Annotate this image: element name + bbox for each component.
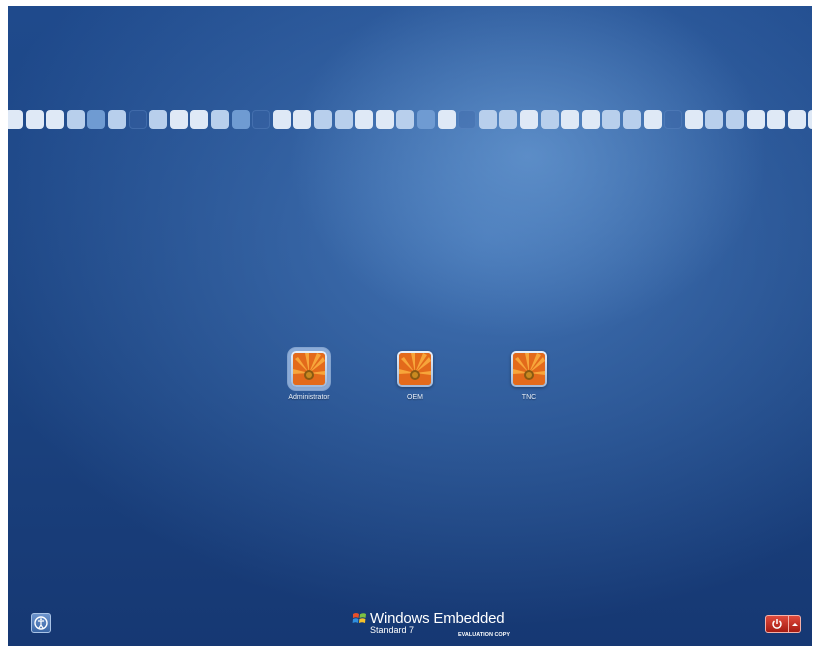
user-tile-tnc[interactable]: TNC (474, 351, 584, 401)
decorative-tile (128, 110, 147, 129)
evaluation-copy-label: EVALUATION COPY (458, 632, 511, 638)
shutdown-button[interactable] (765, 615, 789, 633)
ease-of-access-button[interactable] (31, 613, 51, 633)
shutdown-options-button[interactable] (789, 615, 801, 633)
user-picture-frame (397, 351, 433, 387)
flower-picture-icon (513, 353, 545, 385)
decorative-tile (787, 110, 806, 129)
decorative-tile (25, 110, 44, 129)
user-name-label: Administrator (288, 394, 330, 401)
decorative-tile (684, 110, 703, 129)
decorative-tile (746, 110, 765, 129)
decorative-tile (231, 110, 250, 129)
decorative-tile (375, 110, 394, 129)
decorative-tile (252, 110, 271, 129)
user-name-label: TNC (521, 394, 537, 401)
flower-picture-icon (399, 353, 431, 385)
decorative-tile (87, 110, 106, 129)
decorative-tile (169, 110, 188, 129)
decorative-tile (602, 110, 621, 129)
flower-picture-icon (293, 353, 325, 385)
logon-screen: Administrator OEM TNC Windows Embedded S… (8, 6, 812, 646)
decorative-tile (108, 110, 126, 129)
decorative-tile (705, 110, 724, 129)
decorative-tile (540, 110, 559, 129)
shutdown-button-group[interactable] (765, 615, 801, 633)
decorative-tile (149, 110, 168, 129)
user-picture-frame (511, 351, 547, 387)
decorative-tile (520, 110, 538, 129)
decorative-tile (355, 110, 374, 129)
user-tile-oem[interactable]: OEM (360, 351, 470, 401)
decorative-tile-strip (8, 110, 812, 134)
windows-flag-icon (352, 613, 366, 623)
decorative-tile (211, 110, 229, 129)
decorative-tile (293, 110, 312, 129)
decorative-tile (46, 110, 65, 129)
decorative-tile (643, 110, 662, 129)
decorative-tile (437, 110, 456, 129)
decorative-tile (8, 110, 23, 129)
arrow-up-icon (791, 622, 798, 626)
user-picture-frame (291, 351, 327, 387)
user-name-label: OEM (407, 394, 423, 401)
decorative-tile (478, 110, 497, 129)
ease-of-access-icon (34, 616, 48, 630)
decorative-tile (664, 110, 683, 129)
power-icon (772, 619, 782, 629)
decorative-tile (396, 110, 415, 129)
decorative-tile (334, 110, 353, 129)
decorative-tile (561, 110, 580, 129)
decorative-tile (417, 110, 435, 129)
decorative-tile (767, 110, 786, 129)
decorative-tile (726, 110, 744, 129)
decorative-tile (581, 110, 600, 129)
user-tile-administrator[interactable]: Administrator (254, 351, 364, 401)
decorative-tile (458, 110, 477, 129)
decorative-tile (272, 110, 291, 129)
decorative-tile (808, 110, 812, 129)
windows-embedded-brand: Windows Embedded Standard 7 EVALUATION C… (352, 610, 510, 638)
decorative-tile (66, 110, 85, 129)
decorative-tile (314, 110, 332, 129)
decorative-tile (190, 110, 209, 129)
decorative-tile (499, 110, 518, 129)
decorative-tile (623, 110, 641, 129)
